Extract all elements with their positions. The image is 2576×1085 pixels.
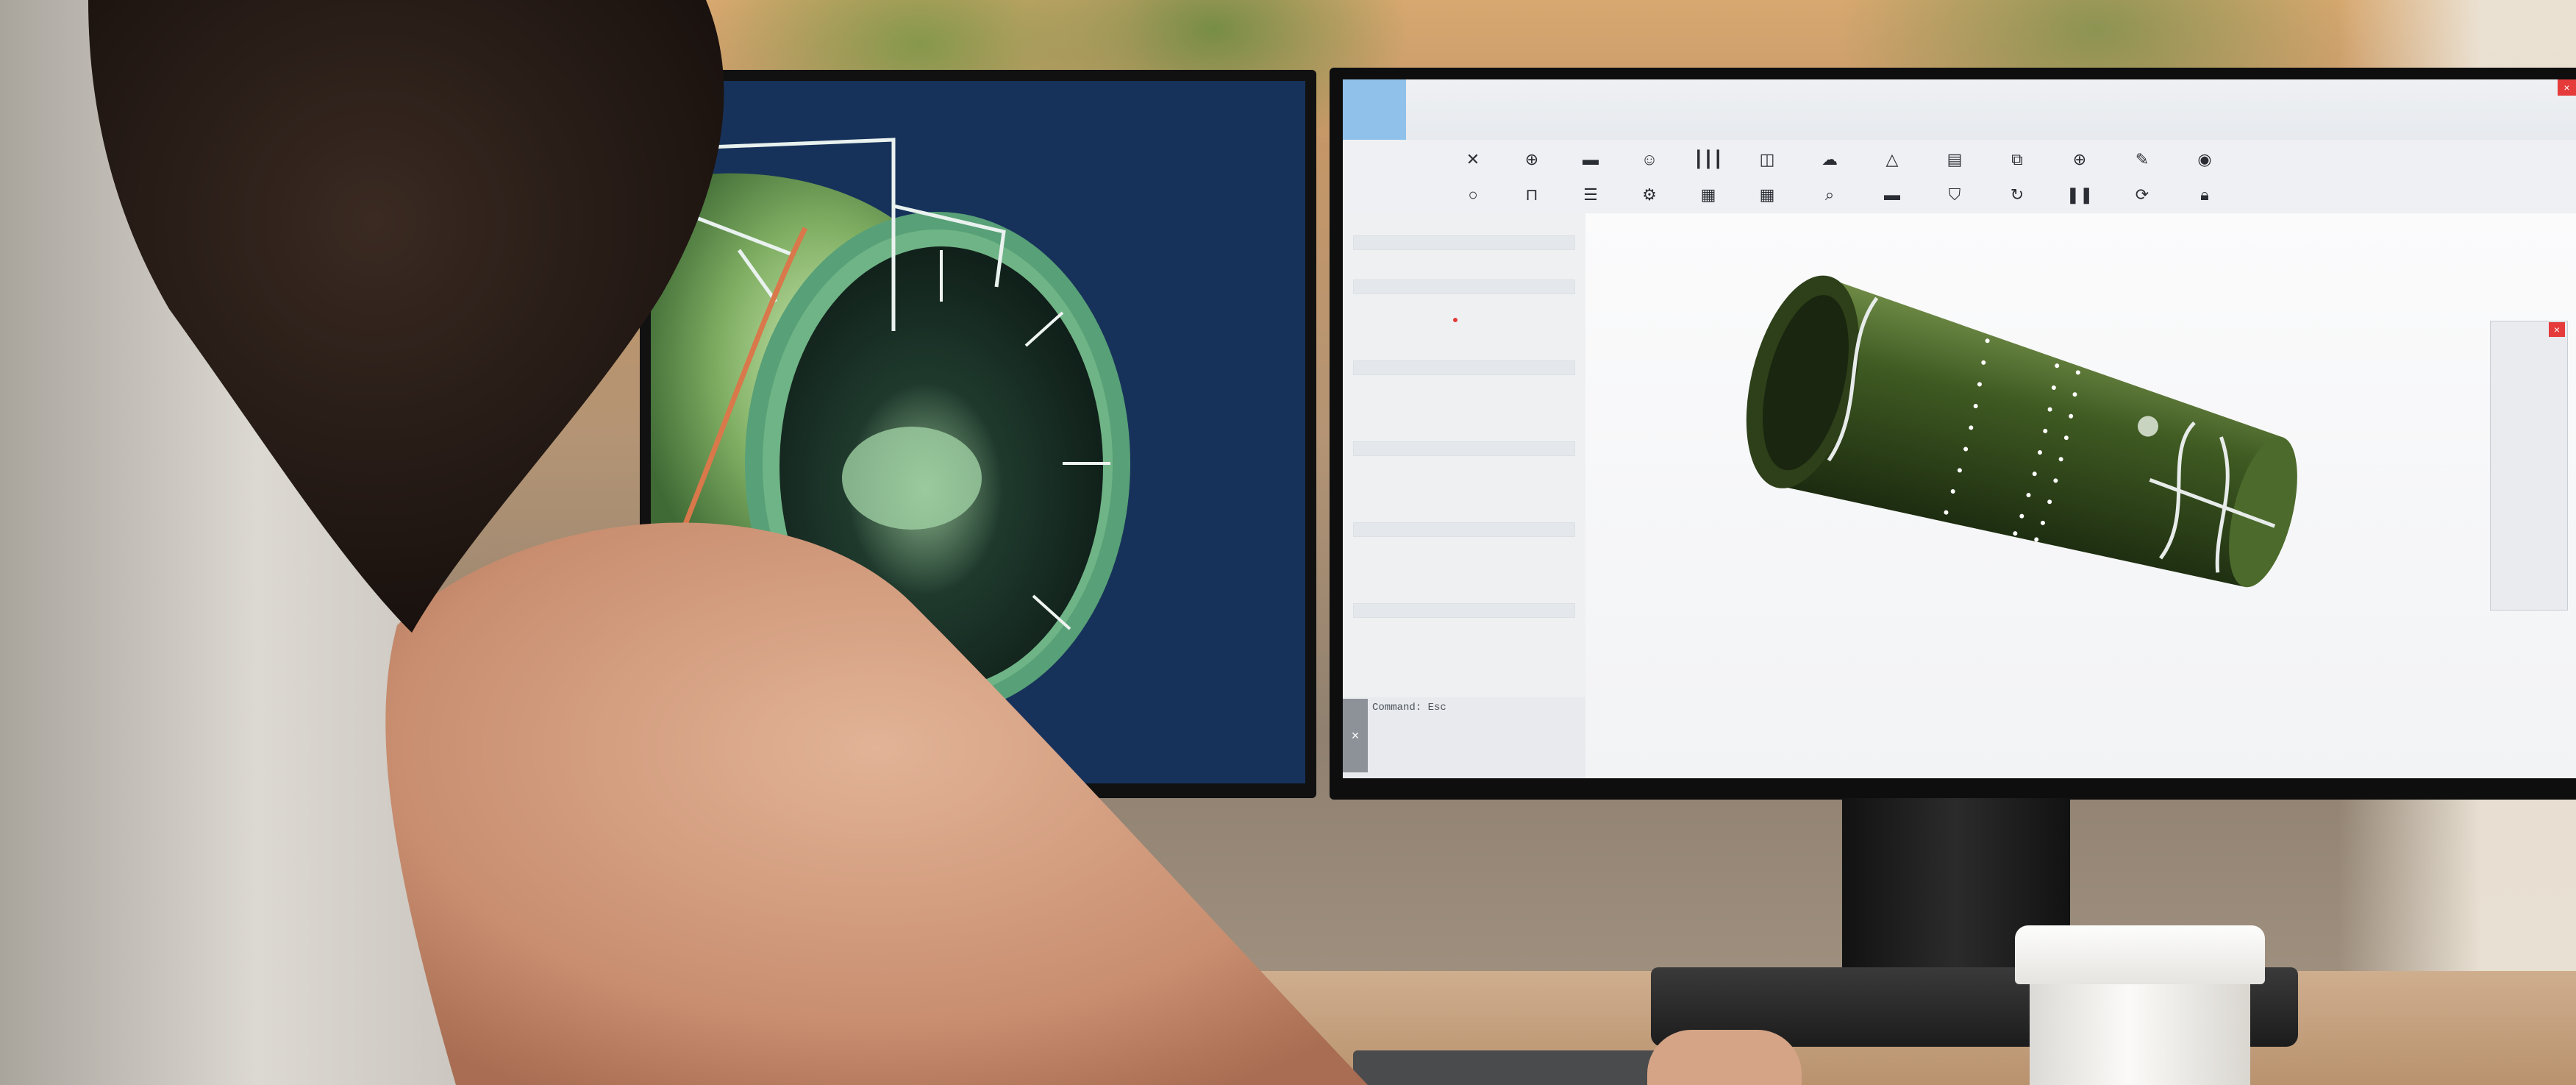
frame-icon[interactable]: ◫ <box>1755 147 1780 172</box>
pause-icon[interactable]: ❚❚ <box>2066 182 2094 207</box>
circle-plus-icon[interactable]: ⊕ <box>2067 147 2092 172</box>
triangle-icon[interactable]: △ <box>1880 147 1905 172</box>
resize-icon[interactable]: ⧉ <box>2005 147 2030 172</box>
coffee-cup <box>2030 971 2250 1085</box>
close-icon: × <box>2563 82 2570 93</box>
floating-tool-palette[interactable] <box>2490 321 2568 611</box>
layer-icon[interactable]: ▬ <box>1880 182 1905 207</box>
shoulder <box>385 522 1368 1085</box>
smiley-icon[interactable]: ☺ <box>1637 147 1662 172</box>
person-at-desk <box>0 0 1368 1085</box>
pen-icon[interactable]: ✎ <box>2130 147 2155 172</box>
3d-viewport[interactable] <box>1585 213 2576 778</box>
palette-close-button[interactable]: × <box>2549 322 2565 337</box>
close-icon: × <box>2553 324 2561 335</box>
table-icon[interactable]: ▤ <box>1942 147 1967 172</box>
refresh-icon[interactable]: ↻ <box>2005 182 2030 207</box>
lock-icon[interactable]: 🔒︎ <box>2192 182 2217 207</box>
lines-icon[interactable]: ☰ <box>1578 182 1603 207</box>
window-close-button[interactable]: × <box>2558 79 2576 96</box>
cloud-icon[interactable]: ☁ <box>1817 147 1842 172</box>
ribbon-toolbar: ✕ ⊕ ▬ ☺ ┃┃┃ ◫ ☁ △ ▤ ⧉ ⊕ ✎ ◉ ○ ⊓ ☰ ⚙ ▦ ▦ … <box>1343 140 2576 214</box>
doc-icon[interactable]: ▦ <box>1696 182 1721 207</box>
shield-icon[interactable]: ⛉ <box>1942 182 1967 207</box>
gear-icon[interactable]: ⚙ <box>1637 182 1662 207</box>
target-icon[interactable]: ◉ <box>2192 147 2217 172</box>
rotate-icon[interactable]: ⟳ <box>2130 182 2155 207</box>
coffee-cup-lid <box>2015 925 2265 984</box>
search-icon[interactable]: ⌕ <box>1817 182 1842 207</box>
arch-icon[interactable]: ⊓ <box>1519 182 1544 207</box>
align-icon[interactable]: ▬ <box>1578 147 1603 172</box>
grid-icon[interactable]: ▦ <box>1755 182 1780 207</box>
jet-engine-model <box>1746 275 2297 588</box>
bars-icon[interactable]: ┃┃┃ <box>1694 147 1723 172</box>
hand <box>1647 1030 1802 1085</box>
ribbon-tab-strip <box>1343 79 2576 140</box>
cad-application-window: × ✕ ⊕ ▬ ☺ ┃┃┃ ◫ ☁ △ ▤ ⧉ ⊕ ✎ ◉ ○ ⊓ ☰ ⚙ ▦ … <box>1343 79 2576 778</box>
move-icon[interactable]: ⊕ <box>1519 147 1544 172</box>
